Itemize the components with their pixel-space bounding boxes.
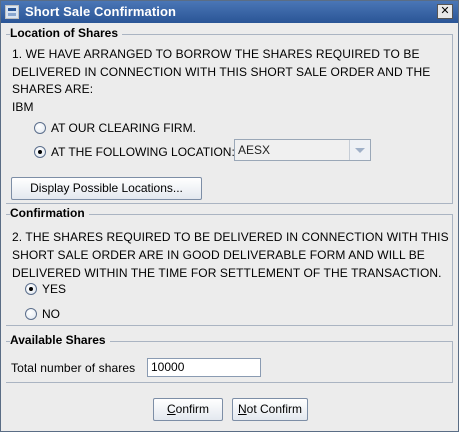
- available-shares-heading: Available Shares: [10, 333, 110, 347]
- short-sale-dialog: Short Sale Confirmation ✕ Location of Sh…: [0, 0, 459, 432]
- not-confirm-mnemonic: N: [237, 402, 247, 416]
- radio-no-label: NO: [42, 307, 60, 321]
- location-select-value: AESX: [238, 143, 271, 157]
- not-confirm-button[interactable]: Not Confirm: [232, 398, 308, 421]
- radio-following-location[interactable]: AT THE FOLLOWING LOCATION:: [34, 145, 235, 159]
- location-of-shares-group: Location of Shares 1. WE HAVE ARRANGED T…: [6, 26, 453, 204]
- radio-button-selected-icon[interactable]: [34, 146, 46, 158]
- not-confirm-label: ot Confirm: [246, 402, 303, 416]
- radio-clearing-firm[interactable]: AT OUR CLEARING FIRM.: [34, 121, 196, 135]
- close-button[interactable]: ✕: [437, 4, 453, 19]
- chevron-down-icon[interactable]: [349, 140, 370, 160]
- confirmation-heading: Confirmation: [10, 206, 89, 220]
- confirm-label: onfirm: [175, 402, 209, 416]
- confirmation-group: Confirmation 2. THE SHARES REQUIRED TO B…: [6, 206, 453, 326]
- confirm-button[interactable]: Confirm: [153, 398, 223, 421]
- stock-symbol: IBM: [12, 100, 34, 114]
- total-shares-label: Total number of shares: [11, 361, 136, 375]
- radio-no[interactable]: NO: [25, 307, 60, 321]
- total-shares-field[interactable]: 10000: [147, 358, 261, 377]
- title-bar[interactable]: Short Sale Confirmation ✕: [1, 1, 458, 23]
- confirmation-statement-line-3: DELIVERED WITHIN THE TIME FOR SETTLEMENT…: [12, 266, 442, 280]
- location-statement-line-3: SHARES ARE:: [12, 82, 94, 96]
- radio-clearing-firm-label: AT OUR CLEARING FIRM.: [51, 121, 196, 135]
- confirm-mnemonic: C: [166, 402, 176, 416]
- radio-yes-label: YES: [42, 282, 67, 296]
- location-statement-line-2: DELIVERED IN CONNECTION WITH THIS SHORT …: [12, 65, 431, 79]
- radio-button-selected-icon[interactable]: [25, 283, 37, 295]
- radio-yes[interactable]: YES: [25, 282, 66, 296]
- radio-button-icon[interactable]: [34, 122, 46, 134]
- available-shares-group: Available Shares Total number of shares …: [6, 333, 453, 383]
- display-possible-locations-button[interactable]: Display Possible Locations...: [11, 177, 202, 200]
- location-select[interactable]: AESX: [234, 139, 371, 161]
- confirmation-statement-line-2: SHORT SALE ORDER ARE IN GOOD DELIVERABLE…: [12, 248, 425, 262]
- confirmation-statement-line-1: 2. THE SHARES REQUIRED TO BE DELIVERED I…: [12, 230, 449, 244]
- window-app-icon: [5, 5, 19, 19]
- close-icon: ✕: [440, 5, 450, 17]
- radio-button-icon[interactable]: [25, 308, 37, 320]
- window-title: Short Sale Confirmation: [25, 4, 177, 19]
- radio-following-location-label: AT THE FOLLOWING LOCATION:: [51, 145, 235, 159]
- location-of-shares-heading: Location of Shares: [10, 26, 123, 40]
- location-statement-line-1: 1. WE HAVE ARRANGED TO BORROW THE SHARES…: [12, 47, 420, 61]
